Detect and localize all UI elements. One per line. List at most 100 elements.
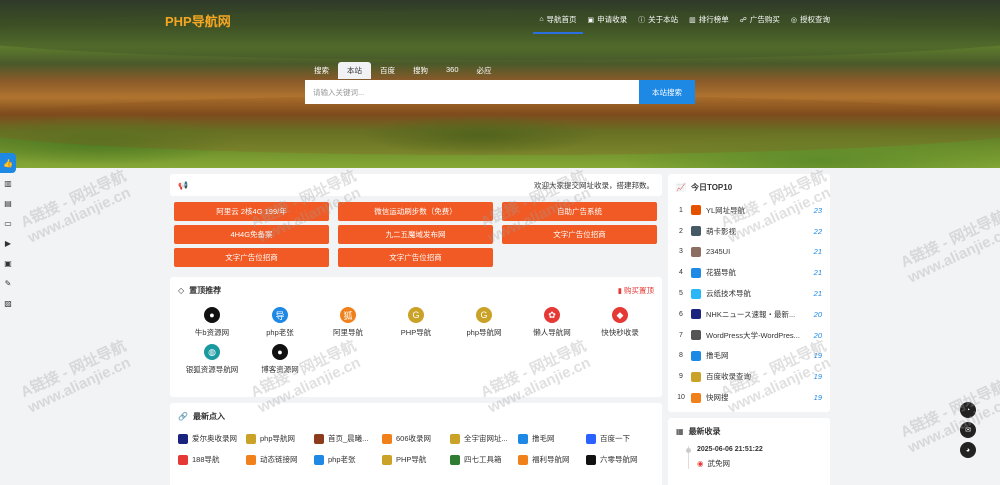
rank-row[interactable]: 1 YL网址导航 23 <box>676 200 822 221</box>
recommend-label: php老张 <box>266 328 294 337</box>
newin-card: ▦ 最新收录 2025-06-06 21:51:22 ◉ 武免网 <box>668 418 830 485</box>
rank-name: 快网搜 <box>706 393 729 403</box>
recommend-label: 快快秒收录 <box>601 328 639 337</box>
latest-item[interactable]: 六零导航网 <box>586 454 654 465</box>
latest-item[interactable]: 动态链接网 <box>246 454 314 465</box>
rank-row[interactable]: 6 NHKニュース速報・最新... 20 <box>676 304 822 325</box>
nav-label: 广告购买 <box>749 15 780 24</box>
home-icon: ⌂ <box>539 16 544 23</box>
latest-item[interactable]: 606收录网 <box>382 433 450 444</box>
rank-row[interactable]: 9 百度收录查询 19 <box>676 366 822 387</box>
wechat-icon[interactable]: ◕ <box>960 442 976 458</box>
search-tab[interactable]: 360 <box>437 62 468 79</box>
search-tab[interactable]: 本站 <box>338 62 371 79</box>
search-button[interactable]: 本站搜索 <box>639 80 695 104</box>
nav-label: 申请收录 <box>597 15 628 24</box>
site-favicon-icon <box>246 433 256 444</box>
recommend-item[interactable]: 导 php老张 <box>246 307 314 338</box>
latest-item[interactable]: 爱尔奥收录网 <box>178 433 246 444</box>
recommend-item[interactable]: ● 牛b资源网 <box>178 307 246 338</box>
ad-button[interactable]: 阿里云 2核4G 199/年 <box>174 202 329 221</box>
nav-item-0[interactable]: ⌂ 导航首页 <box>533 14 583 34</box>
recommend-item[interactable]: ◆ 快快秒收录 <box>586 307 654 338</box>
latest-item[interactable]: php导航网 <box>246 433 314 444</box>
rank-name: 撸毛网 <box>706 351 729 361</box>
rank-count: 21 <box>813 247 822 257</box>
rank-row[interactable]: 10 快网搜 19 <box>676 387 822 408</box>
site-logo[interactable]: PHP导航网 <box>165 11 231 30</box>
rank-row[interactable]: 2 萌卡影视 22 <box>676 221 822 242</box>
nav-item-3[interactable]: ▥ 排行榜单 <box>689 14 729 25</box>
newin-site[interactable]: ◉ 武免网 <box>697 458 822 469</box>
nav-item-1[interactable]: ▣ 申请收录 <box>588 14 628 25</box>
thumb-icon[interactable]: 👍 <box>0 153 16 173</box>
bank-icon[interactable]: ▥ <box>0 173 16 193</box>
nav-item-4[interactable]: ☍ 广告购买 <box>740 14 780 25</box>
server-icon[interactable]: ▤ <box>0 193 16 213</box>
hero-banner: PHP导航网 ⌂ 导航首页 ▣ 申请收录 ⓘ 关于本站 ▥ 排行榜单 ☍ 广告购买 ◎ 授权查询 搜索… <box>0 0 1000 168</box>
latest-item[interactable]: php老张 <box>314 454 382 465</box>
latest-item[interactable]: 百度一下 <box>586 433 654 444</box>
ad-button[interactable]: 九二五魔域发布网 <box>338 225 493 244</box>
latest-item[interactable]: 全宇宙网址... <box>450 433 518 444</box>
search-tab[interactable]: 搜索 <box>305 62 338 79</box>
wrench-icon[interactable]: ✎ <box>0 273 16 293</box>
notice-bar: 📢 欢迎大家提交网址收录，搭建邦数。 <box>170 174 662 196</box>
site-logo-icon: G <box>408 307 424 323</box>
rank-count: 21 <box>813 289 822 299</box>
latest-label: 全宇宙网址... <box>464 434 508 443</box>
search-tab[interactable]: 百度 <box>371 62 404 79</box>
mail-icon[interactable]: ✉ <box>960 422 976 438</box>
latest-item[interactable]: 福利导航网 <box>518 454 586 465</box>
top10-card: 📈 今日TOP10 1 YL网址导航 23 2 萌卡影视 22 3 2345UI 21 4 花猫导航 2… <box>668 174 830 412</box>
rank-row[interactable]: 5 云纸技术导航 21 <box>676 283 822 304</box>
image-icon[interactable]: ▨ <box>0 293 16 313</box>
rank-count: 22 <box>813 226 822 236</box>
latest-label: 百度一下 <box>600 434 630 443</box>
recommend-label: 牛b资源网 <box>194 328 230 337</box>
site-favicon-icon <box>382 454 392 465</box>
ad-button[interactable]: 4H4G免备案 <box>174 225 329 244</box>
latest-item[interactable]: 撸毛网 <box>518 433 586 444</box>
monitor-icon[interactable]: ▣ <box>0 253 16 273</box>
buy-top-link[interactable]: ▮ 购买置顶 <box>618 285 654 296</box>
latest-item[interactable]: PHP导航 <box>382 454 450 465</box>
qq-icon[interactable]: ◔ <box>960 402 976 418</box>
rank-row[interactable]: 8 撸毛网 19 <box>676 346 822 367</box>
newin-title: 最新收录 <box>688 426 721 436</box>
site-favicon-icon <box>314 454 324 465</box>
site-logo-icon: ◍ <box>204 344 220 360</box>
rank-number: 9 <box>679 373 683 381</box>
ad-button[interactable]: 微信运动刷步数（免费） <box>338 202 493 221</box>
watermark: A链接 - 网址导航 www.alianjie.cn <box>18 167 136 246</box>
rank-row[interactable]: 4 花猫导航 21 <box>676 262 822 283</box>
latest-item[interactable]: 四七工具箱 <box>450 454 518 465</box>
recommend-item[interactable]: ◍ 银狐资源导航网 <box>178 344 246 375</box>
ad-button[interactable]: 文字广告位招商 <box>174 248 329 267</box>
calendar-icon: ▦ <box>676 426 684 436</box>
rank-row[interactable]: 3 2345UI 21 <box>676 242 822 263</box>
ad-button[interactable]: 文字广告位招商 <box>502 225 657 244</box>
recommend-item[interactable]: Gphp导航网 <box>450 307 518 338</box>
recommend-item[interactable]: 狐阿里导航 <box>314 307 382 338</box>
rank-row[interactable]: 7 WordPress大学-WordPres... 20 <box>676 325 822 346</box>
rank-count: 21 <box>813 268 822 278</box>
recommend-item[interactable]: ✿ 懒人导航网 <box>518 307 586 338</box>
laptop-icon[interactable]: ▭ <box>0 213 16 233</box>
search-input[interactable]: 请输入关键词... <box>305 80 639 104</box>
nav-item-2[interactable]: ⓘ 关于本站 <box>638 14 678 25</box>
latest-item[interactable]: 首页_晨曦... <box>314 433 382 444</box>
latest-label: 动态链接网 <box>260 455 298 464</box>
video-icon[interactable]: ▶ <box>0 233 16 253</box>
rank-number: 8 <box>679 352 683 360</box>
ad-button[interactable]: 文字广告位招商 <box>338 248 493 267</box>
search-box: 请输入关键词... 本站搜索 <box>305 80 695 104</box>
recommend-item[interactable]: G PHP导航 <box>382 307 450 338</box>
search-tab[interactable]: 搜狗 <box>404 62 437 79</box>
latest-item[interactable]: 188导航 <box>178 454 246 465</box>
recommend-label: PHP导航 <box>400 328 432 337</box>
nav-item-5[interactable]: ◎ 授权查询 <box>791 14 830 25</box>
ad-button[interactable]: 自助广告系统 <box>502 202 657 221</box>
search-tab[interactable]: 必应 <box>468 62 501 79</box>
recommend-item[interactable]: ● 博客资源网 <box>246 344 314 375</box>
